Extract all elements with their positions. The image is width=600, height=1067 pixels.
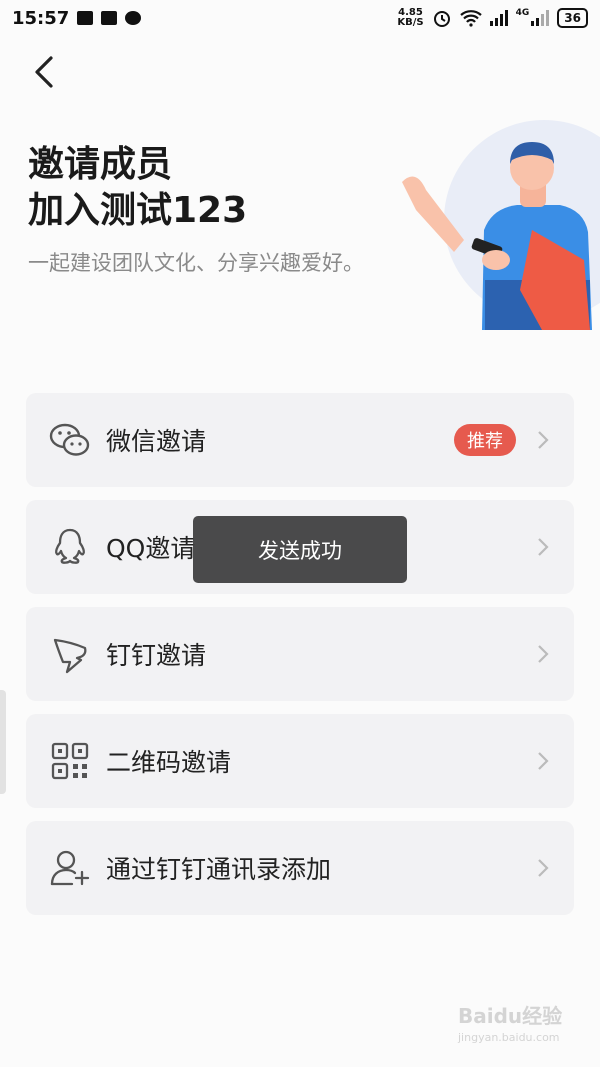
recommend-badge: 推荐: [454, 424, 516, 456]
battery-indicator: 36: [557, 8, 588, 28]
app-notification-icon-2: [125, 11, 142, 25]
chevron-left-icon: [35, 56, 53, 88]
invite-menu: 微信邀请 推荐 QQ邀请 钉钉邀请 二维码邀请 通过钉钉通讯录添加: [26, 393, 574, 928]
menu-item-label: 钉钉邀请: [106, 641, 207, 670]
menu-item-label: 二维码邀请: [106, 748, 232, 777]
page-subtitle: 一起建设团队文化、分享兴趣爱好。: [28, 251, 364, 275]
add-contact-icon: [48, 846, 92, 890]
watermark-url: jingyan.baidu.com: [458, 1031, 560, 1044]
status-time: 15:57: [12, 7, 70, 29]
chevron-right-icon: [538, 859, 549, 877]
signal-icon: [489, 10, 508, 26]
app-notification-icon: [101, 11, 118, 25]
menu-item-label: 微信邀请: [106, 427, 207, 456]
qq-icon: [48, 525, 92, 569]
status-bar: 15:57 4.85 KB/S 4G 36: [0, 0, 600, 36]
notification-icon: [77, 11, 94, 25]
dingtalk-icon: [48, 632, 92, 676]
chevron-right-icon: [538, 538, 549, 556]
page-title: 邀请成员 加入测试123: [28, 142, 247, 234]
menu-item-contacts[interactable]: 通过钉钉通讯录添加: [26, 821, 574, 915]
wechat-icon: [48, 418, 92, 462]
toast-message: 发送成功: [193, 516, 407, 583]
menu-item-qrcode[interactable]: 二维码邀请: [26, 714, 574, 808]
network-type: 4G: [515, 8, 530, 18]
chevron-right-icon: [538, 645, 549, 663]
signal-icon-2: [531, 10, 550, 26]
chevron-right-icon: [538, 752, 549, 770]
watermark-brand: Baidu经验: [458, 1004, 563, 1028]
hero-illustration: [402, 120, 600, 330]
page-title-line2: 加入测试123: [28, 190, 248, 231]
back-button[interactable]: [26, 54, 62, 90]
qrcode-icon: [48, 739, 92, 783]
alarm-icon: [433, 11, 450, 27]
menu-item-wechat[interactable]: 微信邀请 推荐: [26, 393, 574, 487]
wifi-icon: [459, 10, 482, 27]
chevron-right-icon: [538, 431, 549, 449]
side-drag-handle[interactable]: [0, 690, 6, 794]
page-title-line1: 邀请成员: [28, 144, 173, 185]
menu-item-label: 通过钉钉通讯录添加: [106, 855, 332, 884]
network-speed: 4.85 KB/S: [397, 7, 424, 28]
menu-item-dingtalk[interactable]: 钉钉邀请: [26, 607, 574, 701]
watermark: Baidu经验 jingyan.baidu.com: [458, 1000, 562, 1044]
